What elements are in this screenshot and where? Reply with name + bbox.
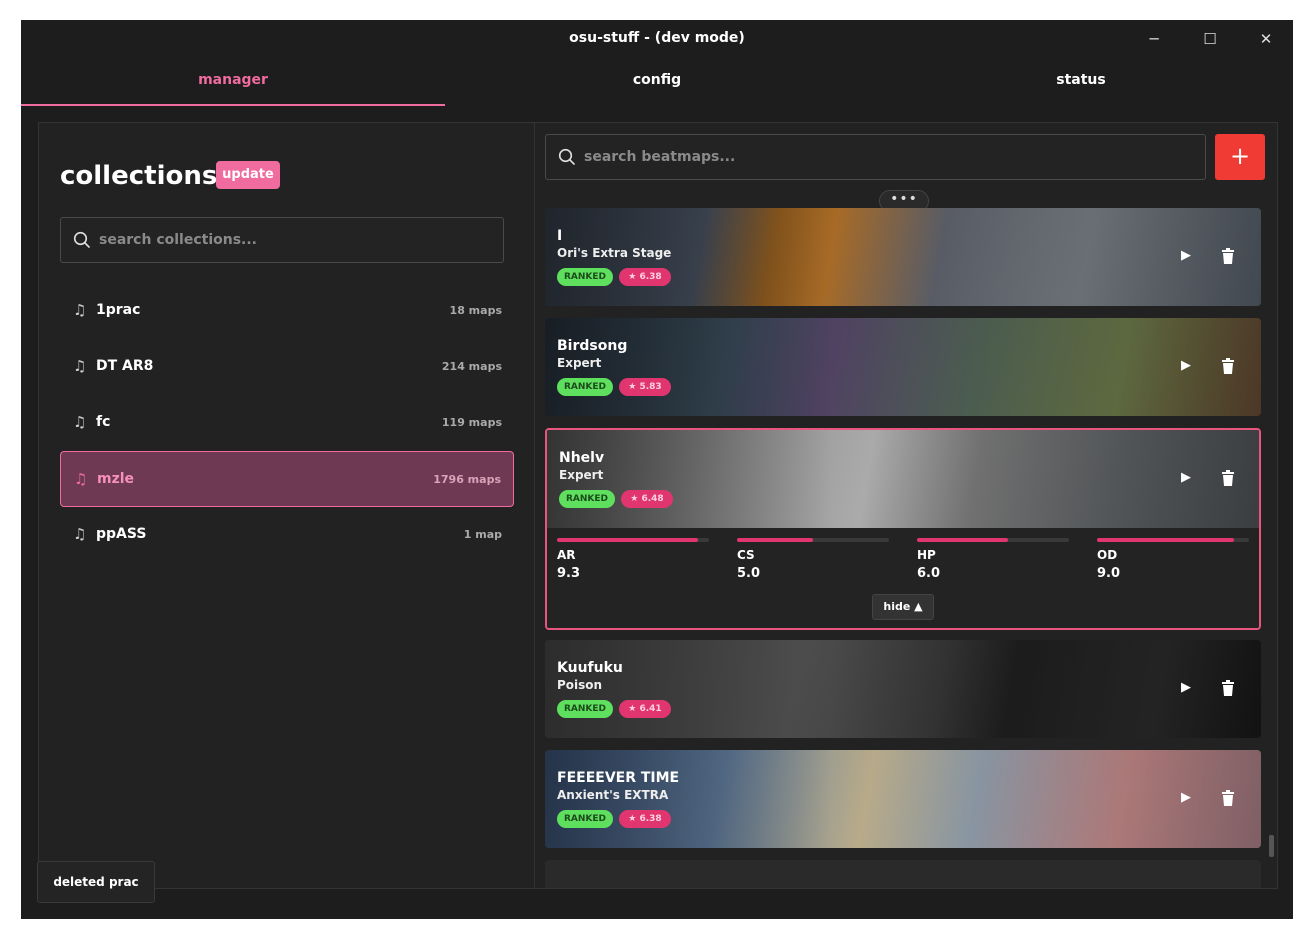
stat-bar: [557, 538, 699, 542]
music-note-icon: ♫: [73, 301, 87, 319]
beatmap-card[interactable]: [545, 860, 1261, 888]
play-icon[interactable]: ▶: [1181, 358, 1191, 373]
collection-count: 18 maps: [449, 304, 502, 317]
star-rating-badge: ★ 6.48: [621, 490, 673, 508]
beatmap-card[interactable]: Birdsong Expert RANKED ★ 5.83 ▶: [545, 318, 1261, 416]
hide-details-button[interactable]: hide ▲: [872, 594, 934, 620]
beatmap-difficulty: Anxient's EXTRA: [557, 788, 669, 802]
manager-panel: collections update ♫ 1prac 18 maps ♫: [38, 122, 1278, 889]
collection-item-selected[interactable]: ♫ mzle 1796 maps: [60, 451, 514, 507]
beatmap-difficulty: Expert: [559, 468, 604, 482]
ranked-badge: RANKED: [557, 810, 613, 828]
beatmap-title: Birdsong: [557, 338, 628, 354]
trash-icon[interactable]: [1221, 358, 1235, 374]
update-button[interactable]: update: [216, 161, 280, 189]
collection-count: 119 maps: [441, 416, 502, 429]
window-title: osu-stuff - (dev mode): [569, 30, 745, 46]
beatmap-card-expanded[interactable]: Nhelv Expert RANKED ★ 6.48 ▶ AR 9.3 CS 5…: [545, 428, 1261, 630]
play-icon[interactable]: ▶: [1181, 470, 1191, 485]
collection-item[interactable]: ♫ 1prac 18 maps: [60, 283, 514, 339]
search-icon: [558, 148, 575, 165]
play-icon[interactable]: ▶: [1181, 248, 1191, 263]
app-window: osu-stuff - (dev mode) ─ ☐ ✕ manager con…: [21, 20, 1293, 919]
music-note-icon: ♫: [73, 413, 87, 431]
title-bar: osu-stuff - (dev mode) ─ ☐ ✕: [21, 20, 1293, 58]
stat-bar: [917, 538, 1009, 542]
beatmap-difficulty: Expert: [557, 356, 602, 370]
trash-icon[interactable]: [1221, 680, 1235, 696]
collections-search: [60, 217, 504, 263]
stat-value: 6.0: [917, 566, 941, 581]
collections-title: collections: [60, 161, 218, 191]
beatmaps-pane: + ••• I Ori's Extra Stage RANKED ★ 6.38 …: [535, 123, 1277, 888]
tab-bar: manager config status: [21, 64, 1293, 106]
stat-bar: [1097, 538, 1234, 542]
beatmap-title: FEEEEVER TIME: [557, 770, 680, 786]
ranked-badge: RANKED: [557, 378, 613, 396]
beatmap-card[interactable]: I Ori's Extra Stage RANKED ★ 6.38 ▶: [545, 208, 1261, 306]
stat-value: 5.0: [737, 566, 761, 581]
ranked-badge: RANKED: [557, 268, 613, 286]
beatmaps-search: [545, 134, 1206, 180]
collection-count: 214 maps: [441, 360, 502, 373]
tab-config[interactable]: config: [445, 64, 869, 106]
add-beatmap-button[interactable]: +: [1215, 134, 1265, 180]
search-icon: [73, 231, 90, 248]
tab-status[interactable]: status: [869, 64, 1293, 106]
beatmap-header: Nhelv Expert RANKED ★ 6.48 ▶: [547, 430, 1259, 528]
stat-value: 9.3: [557, 566, 581, 581]
collection-count: 1 map: [463, 528, 502, 541]
close-button[interactable]: ✕: [1251, 26, 1281, 52]
stat-label: OD: [1097, 548, 1118, 562]
stat-value: 9.0: [1097, 566, 1121, 581]
beatmap-card[interactable]: FEEEEVER TIME Anxient's EXTRA RANKED ★ 6…: [545, 750, 1261, 848]
collection-item[interactable]: ♫ DT AR8 214 maps: [60, 339, 514, 395]
beatmap-difficulty: Poison: [557, 678, 603, 692]
toast-notification: deleted prac: [37, 861, 155, 903]
music-note-icon: ♫: [74, 470, 88, 488]
star-rating-badge: ★ 5.83: [619, 378, 671, 396]
collection-name: 1prac: [96, 302, 141, 318]
stat-label: AR: [557, 548, 576, 562]
beatmap-difficulty: Ori's Extra Stage: [557, 246, 672, 260]
ranked-badge: RANKED: [559, 490, 615, 508]
star-rating-badge: ★ 6.41: [619, 700, 671, 718]
play-icon[interactable]: ▶: [1181, 680, 1191, 695]
scrollbar-thumb[interactable]: [1269, 835, 1274, 857]
collection-item[interactable]: ♫ fc 119 maps: [60, 395, 514, 451]
tab-manager[interactable]: manager: [21, 64, 445, 106]
stat-bar: [737, 538, 813, 542]
trash-icon[interactable]: [1221, 248, 1235, 264]
collection-name: DT AR8: [96, 358, 154, 374]
minimize-button[interactable]: ─: [1139, 26, 1169, 52]
collections-pane: collections update ♫ 1prac 18 maps ♫: [39, 123, 534, 888]
stat-label: HP: [917, 548, 936, 562]
beatmap-title: I: [557, 228, 563, 244]
ranked-badge: RANKED: [557, 700, 613, 718]
trash-icon[interactable]: [1221, 790, 1235, 806]
collection-item[interactable]: ♫ ppASS 1 map: [60, 507, 514, 563]
beatmap-card[interactable]: Kuufuku Poison RANKED ★ 6.41 ▶: [545, 640, 1261, 738]
beatmap-title: Kuufuku: [557, 660, 623, 676]
trash-icon[interactable]: [1221, 470, 1235, 486]
maximize-button[interactable]: ☐: [1195, 26, 1225, 52]
beatmap-stats: AR 9.3 CS 5.0 HP 6.0 OD 9.0 hide ▲: [547, 528, 1259, 628]
collection-count: 1796 maps: [433, 473, 501, 486]
collection-name: mzle: [97, 471, 135, 487]
star-rating-badge: ★ 6.38: [619, 810, 671, 828]
collections-search-input[interactable]: [99, 218, 499, 262]
play-icon[interactable]: ▶: [1181, 790, 1191, 805]
star-rating-badge: ★ 6.38: [619, 268, 671, 286]
beatmap-title: Nhelv: [559, 450, 605, 466]
collection-name: fc: [96, 414, 111, 430]
music-note-icon: ♫: [73, 357, 87, 375]
collection-name: ppASS: [96, 526, 147, 542]
music-note-icon: ♫: [73, 525, 87, 543]
stat-label: CS: [737, 548, 755, 562]
beatmaps-search-input[interactable]: [584, 135, 1194, 179]
